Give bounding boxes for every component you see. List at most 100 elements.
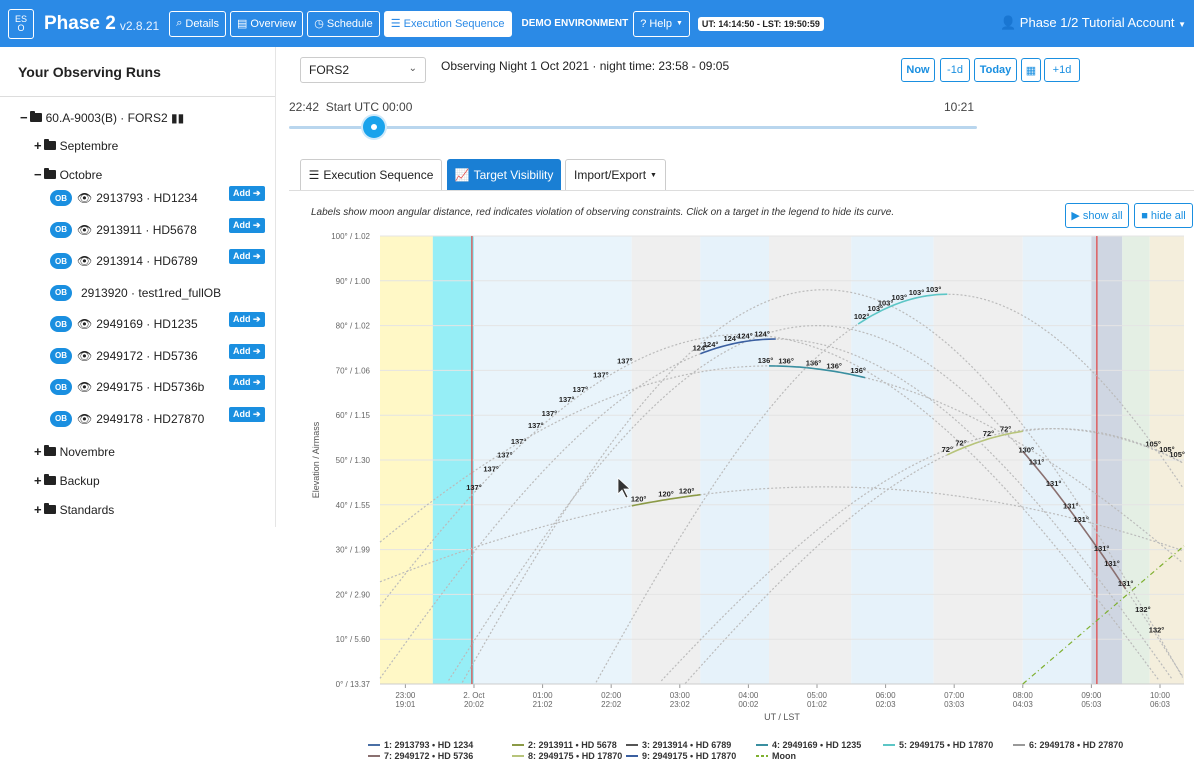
folder-octobre[interactable]: − Octobre [34, 167, 102, 182]
expand-icon[interactable]: + [34, 473, 42, 488]
details-label: Details [185, 17, 219, 30]
execution-sequence-button[interactable]: ☰ Execution Sequence [383, 10, 512, 37]
tab-target-visibility[interactable]: 📈 Target Visibility [447, 159, 561, 191]
add-ob-button[interactable]: Add ➔ [229, 312, 265, 327]
legend-item[interactable]: Moon [756, 751, 796, 761]
x-tick-label: 02:00 [601, 691, 622, 700]
range-start-time: 22:42 [289, 100, 320, 114]
instrument-select[interactable]: FORS2 ⌄ [300, 57, 426, 83]
ob-label: 2949175 · HD5736b [96, 380, 205, 394]
moon-distance-label: 131° [1029, 458, 1045, 467]
collapse-icon[interactable]: − [34, 167, 42, 182]
execution-sequence-label: Execution Sequence [403, 17, 505, 30]
range-label: Start UTC 00:00 [325, 100, 413, 114]
schedule-button[interactable]: ◷ Schedule [307, 10, 380, 37]
ob-item[interactable]: OB 👁 2913793 · HD1234 [50, 190, 198, 206]
add-label: Add [233, 219, 251, 230]
ob-item[interactable]: OB 👁 2949175 · HD5736b [50, 379, 204, 395]
tab-exec-label: Execution Sequence [323, 168, 434, 182]
eye-icon[interactable]: 👁 [77, 412, 92, 426]
eye-icon[interactable]: 👁 [77, 349, 92, 363]
eye-icon[interactable]: 👁 [77, 223, 92, 237]
legend-item[interactable]: 3: 2913914 • HD 6789 [626, 740, 731, 750]
tab-vis-label: Target Visibility [473, 168, 554, 182]
expand-icon[interactable]: + [34, 138, 42, 153]
overview-button[interactable]: ▤ Overview [230, 10, 304, 37]
legend-item[interactable]: 8: 2949175 • HD 17870 [512, 751, 622, 761]
legend-item[interactable]: 2: 2913911 • HD 5678 [512, 740, 617, 750]
arrow-right-icon: ➔ [253, 188, 261, 198]
eso-logo: ES O [8, 8, 34, 39]
moon-distance-label: 132° [1135, 605, 1151, 614]
x-axis-title: UT / LST [764, 712, 800, 722]
eye-icon[interactable]: 👁 [77, 380, 92, 394]
details-button[interactable]: ⌕ Details [169, 10, 226, 37]
moon-distance-label: 72° [1000, 424, 1011, 433]
y-tick-label: 30° / 1.99 [336, 546, 371, 555]
y-axis-title: Elevation / Airmass [311, 421, 321, 498]
ob-item[interactable]: OB 2913920 · test1red_fullOB [50, 284, 221, 301]
arrow-right-icon: ➔ [253, 251, 261, 261]
folder-backup[interactable]: + Backup [34, 473, 100, 488]
moon-distance-label: 131° [1046, 479, 1062, 488]
legend-item[interactable]: 5: 2949175 • HD 17870 [883, 740, 993, 750]
account-menu[interactable]: 👤 Phase 1/2 Tutorial Account ▼ [1000, 15, 1186, 31]
y-tick-label: 40° / 1.55 [336, 501, 371, 510]
folder-novembre[interactable]: + Novembre [34, 444, 115, 459]
add-ob-button[interactable]: Add ➔ [229, 249, 265, 264]
run-node[interactable]: − 60.A-9003(B) · FORS2 ▮▮ [20, 110, 184, 125]
legend-item[interactable]: 6: 2949178 • HD 27870 [1013, 740, 1123, 750]
legend-label: 5: 2949175 • HD 17870 [899, 740, 994, 750]
ob-item[interactable]: OB 👁 2949169 · HD1235 [50, 316, 198, 332]
legend-label: 2: 2913911 • HD 5678 [528, 740, 617, 750]
help-button[interactable]: ? Help ▼ [633, 10, 690, 37]
legend-item[interactable]: 7: 2949172 • HD 5736 [368, 751, 473, 761]
ob-item[interactable]: OB 👁 2949178 · HD27870 [50, 410, 204, 427]
caret-down-icon: ▼ [1178, 20, 1186, 29]
sidebar-title: Your Observing Runs [0, 47, 275, 97]
ob-badge: OB [50, 284, 72, 301]
ob-item[interactable]: OB 👁 2913911 · HD5678 [50, 221, 197, 238]
folder-standards[interactable]: + Standards [34, 502, 114, 517]
ob-item[interactable]: OB 👁 2913914 · HD6789 [50, 253, 198, 269]
add-ob-button[interactable]: Add ➔ [229, 217, 265, 233]
tab-execution-sequence[interactable]: ☰ Execution Sequence [300, 159, 442, 191]
eye-icon[interactable]: 👁 [77, 254, 92, 268]
calendar-button[interactable]: ▦ [1021, 58, 1041, 82]
tab-import-export[interactable]: Import/Export ▼ [565, 159, 666, 191]
add-label: Add [233, 408, 251, 419]
time-slider-track[interactable] [289, 126, 977, 129]
now-button[interactable]: Now [901, 58, 935, 82]
x-tick-label: 23:00 [395, 691, 416, 700]
moon-distance-label: 137° [559, 395, 575, 404]
prev-day-button[interactable]: -1d [940, 58, 970, 82]
time-slider-handle[interactable] [363, 116, 385, 138]
eye-icon[interactable]: 👁 [77, 191, 92, 205]
ob-item[interactable]: OB 👁 2949172 · HD5736 [50, 347, 198, 364]
add-ob-button[interactable]: Add ➔ [229, 375, 265, 390]
overview-label: Overview [250, 17, 297, 30]
search-icon: ⌕ [176, 17, 183, 29]
folder-label: Standards [59, 502, 115, 517]
legend-item[interactable]: 1: 2913793 • HD 1234 [368, 740, 473, 750]
today-button[interactable]: Today [974, 58, 1017, 82]
add-ob-button[interactable]: Add ➔ [229, 406, 265, 422]
expand-icon[interactable]: + [34, 502, 42, 517]
x-tick-label: 10:00 [1150, 691, 1171, 700]
legend-item[interactable]: 4: 2949169 • HD 1235 [756, 740, 861, 750]
folder-open-icon [29, 111, 42, 122]
eye-icon[interactable]: 👁 [77, 317, 92, 331]
hide-all-button[interactable]: ■ hide all [1134, 203, 1193, 228]
next-day-button[interactable]: +1d [1044, 58, 1080, 82]
collapse-icon[interactable]: − [20, 110, 28, 125]
expand-icon[interactable]: + [34, 444, 42, 459]
folder-septembre[interactable]: + Septembre [34, 138, 118, 153]
add-ob-button[interactable]: Add ➔ [229, 186, 265, 201]
moon-distance-label: 103° [909, 288, 925, 297]
legend-item[interactable]: 9: 2949175 • HD 17870 [626, 751, 736, 761]
add-ob-button[interactable]: Add ➔ [229, 343, 265, 359]
add-label: Add [233, 251, 251, 261]
schedule-label: Schedule [326, 17, 373, 30]
show-all-button[interactable]: ▶ show all [1065, 203, 1129, 228]
folder-icon [43, 139, 56, 150]
